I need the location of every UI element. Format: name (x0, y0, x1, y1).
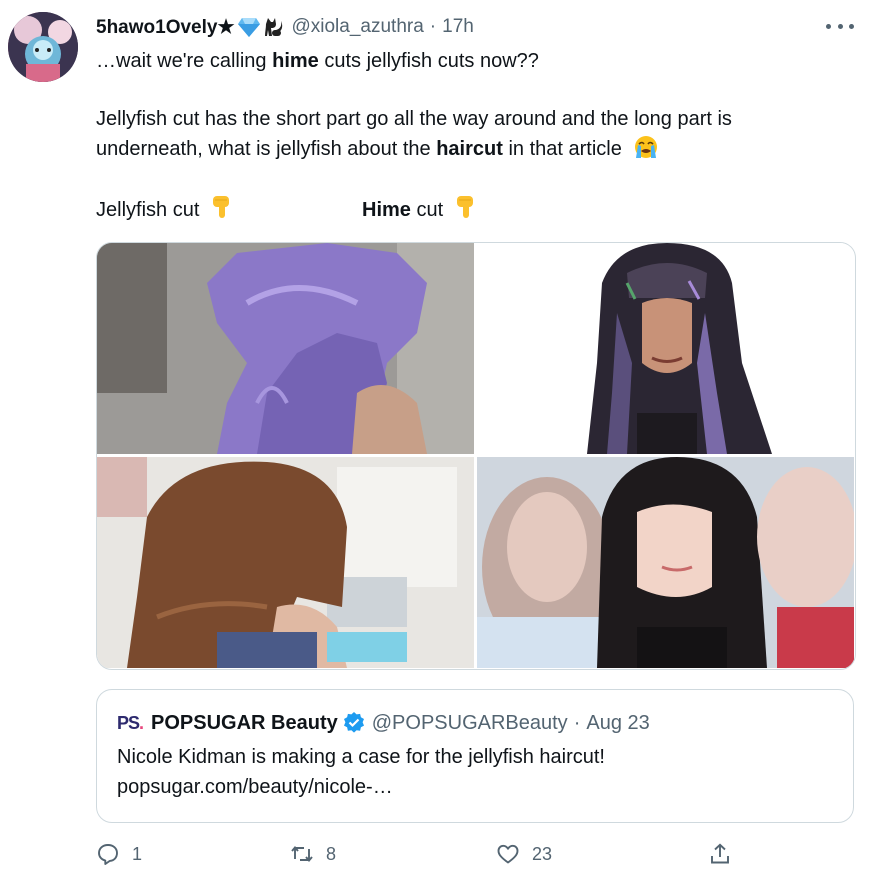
tweet-header: 5hawo1Ovely★ @xiola_azuthra · 17h (96, 14, 474, 40)
author-handle[interactable]: @xiola_azuthra (291, 16, 423, 38)
tweet-text-line-1: …wait we're calling hime cuts jellyfish … (96, 50, 539, 72)
quoted-author-handle: @POPSUGARBeauty (371, 711, 568, 734)
quoted-tweet-text: Nicole Kidman is making a case for the j… (117, 746, 605, 768)
media-image-1[interactable] (97, 243, 474, 454)
name-emojis (238, 16, 285, 38)
gem-icon (238, 18, 261, 37)
media-image-3[interactable] (97, 457, 474, 668)
reply-count: 1 (132, 843, 143, 864)
share-icon (711, 843, 729, 864)
retweet-count: 8 (326, 843, 337, 864)
backhand-index-pointing-down-icon (212, 196, 229, 218)
like-button[interactable]: 23 (496, 842, 552, 866)
reply-button[interactable]: 1 (96, 842, 142, 866)
backhand-index-pointing-down-icon (456, 196, 473, 218)
media-image-4[interactable] (477, 457, 854, 668)
quoted-tweet-date: Aug 23 (586, 711, 650, 734)
retweet-icon (291, 846, 313, 862)
quoted-header-separator: · (573, 711, 581, 734)
share-button[interactable] (708, 842, 732, 866)
label-jellyfish-cut: Jellyfish cut (96, 194, 233, 225)
quoted-tweet-link[interactable]: popsugar.com/beauty/nicole-… (117, 772, 393, 802)
like-count: 23 (532, 843, 553, 864)
quoted-author-name: POPSUGAR Beauty (151, 711, 338, 734)
tweet-text-line-2: Jellyfish cut has the short part go all … (96, 108, 732, 130)
heart-icon (497, 844, 519, 864)
quoted-tweet-header: PS. POPSUGAR Beauty @POPSUGARBeauty · Au… (117, 710, 650, 736)
loudly-crying-face-icon (635, 136, 658, 158)
retweet-button[interactable]: 8 (290, 842, 336, 866)
header-separator: · (429, 16, 437, 37)
reply-icon (98, 844, 118, 865)
author-avatar[interactable] (8, 12, 78, 82)
author-name[interactable]: 5hawo1Ovely★ (96, 16, 234, 39)
media-grid (96, 242, 856, 670)
media-image-2[interactable] (477, 243, 854, 454)
label-hime-cut: Hime cut (362, 194, 477, 225)
black-cat-icon (265, 18, 283, 36)
popsugar-logo: PS. (117, 712, 144, 733)
quoted-tweet[interactable]: PS. POPSUGAR Beauty @POPSUGARBeauty · Au… (96, 689, 854, 823)
tweet-actions: 1 8 23 (96, 842, 736, 872)
tweet-timestamp[interactable]: 17h (442, 16, 474, 38)
tweet-text-line-3: underneath, what is jellyfish about the … (96, 134, 659, 164)
more-options-icon[interactable] (826, 16, 854, 36)
verified-badge-icon (343, 712, 365, 734)
